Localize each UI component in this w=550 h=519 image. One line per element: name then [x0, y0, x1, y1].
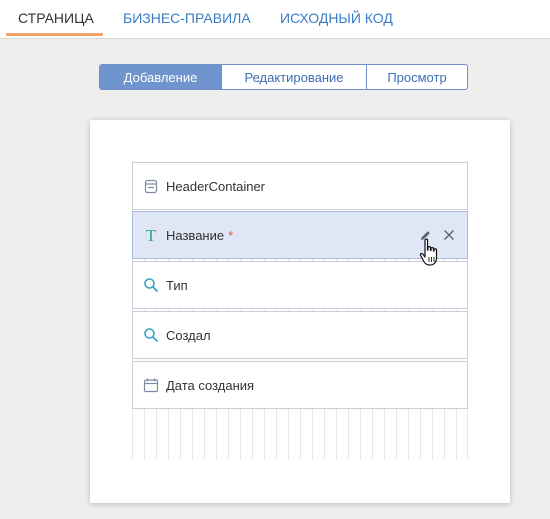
field-type[interactable]: Тип [132, 261, 468, 309]
mode-add-button[interactable]: Добавление [100, 65, 221, 89]
tab-source-code[interactable]: ИСХОДНЫЙ КОД [280, 0, 393, 36]
designer-tab-bar: СТРАНИЦА БИЗНЕС-ПРАВИЛА ИСХОДНЫЙ КОД [0, 0, 550, 39]
field-name[interactable]: T Название * [132, 211, 468, 259]
hand-cursor-icon [419, 238, 438, 266]
mode-view-button[interactable]: Просмотр [366, 65, 467, 89]
field-created-on[interactable]: Дата создания [132, 361, 468, 409]
page-layout-card: HeaderContainer T Название * Тип Создал … [90, 120, 510, 503]
lookup-icon [142, 326, 160, 344]
field-label: Дата создания [166, 377, 255, 393]
field-label: Название [166, 227, 225, 243]
field-label: HeaderContainer [166, 178, 266, 194]
tab-page[interactable]: СТРАНИЦА [18, 0, 94, 36]
lookup-icon [142, 276, 160, 294]
container-icon [142, 177, 160, 195]
text-icon: T [145, 225, 157, 245]
calendar-icon [142, 376, 160, 394]
mode-switch: Добавление Редактирование Просмотр [99, 64, 468, 90]
active-tab-indicator [6, 33, 103, 36]
mode-edit-button[interactable]: Редактирование [221, 65, 366, 89]
tab-business-rules[interactable]: БИЗНЕС-ПРАВИЛА [123, 0, 251, 36]
field-label: Создал [166, 327, 211, 343]
field-header-container[interactable]: HeaderContainer [132, 162, 468, 210]
field-created-by[interactable]: Создал [132, 311, 468, 359]
field-label: Тип [166, 277, 188, 293]
remove-close-icon[interactable] [441, 227, 457, 243]
required-marker: * [228, 227, 234, 243]
